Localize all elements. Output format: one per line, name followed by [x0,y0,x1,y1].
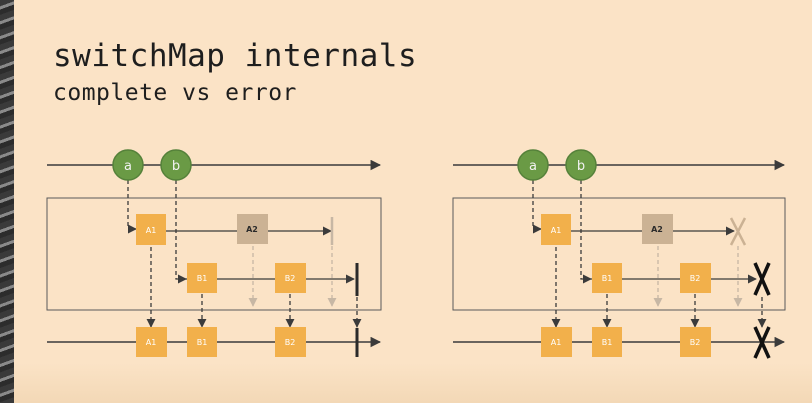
out-b1: B1 [187,327,217,357]
out-b1-label: B1 [197,338,208,347]
marble-b-label-2: b [577,159,585,174]
out-b2-label-2: B2 [690,338,701,347]
out-b2-label: B2 [285,338,296,347]
inner-b-error [753,262,771,296]
marble-b: b [160,149,192,181]
out-b2: B2 [275,327,306,357]
box-a2-label: A2 [246,225,258,234]
box-a1-2: A1 [541,214,571,245]
marble-a: a [112,149,144,181]
marble-b-label: b [172,159,180,174]
out-b1-2: B1 [592,327,622,357]
inner-observables-box [46,197,382,311]
dashed-arrow-a-to-a1 [127,180,137,234]
box-b1: B1 [187,263,217,293]
inner-observables-box-2 [452,197,786,311]
panel-error: a b A1 A2 B1 B2 A1 B1 B2 [452,149,786,359]
box-a2-cancelled: A2 [237,214,268,244]
dashed-arrow-b-to-b1 [175,180,187,284]
marble-b-2: b [565,149,597,181]
box-a1: A1 [136,214,166,245]
out-b2-2: B2 [680,327,711,357]
box-b1-label: B1 [197,274,208,283]
marble-a-label: a [124,159,132,174]
dashed-arrow-b-to-b1-2 [580,180,592,284]
box-b1-label-2: B1 [602,274,613,283]
out-a1: A1 [136,327,167,357]
box-a2-label-2: A2 [651,225,663,234]
bottom-shade [14,363,812,403]
dashed-arrow-a-to-a1-2 [532,180,542,234]
out-a1-2: A1 [541,327,572,357]
box-b2: B2 [275,263,306,293]
box-b2-label: B2 [285,274,296,283]
box-b1-2: B1 [592,263,622,293]
box-b2-2: B2 [680,263,711,293]
box-a1-label: A1 [146,226,157,235]
marble-diagram: a b A1 A2 B1 B2 A1 B1 B2 a b A1 A2 B1 B2… [46,149,786,359]
out-a1-label-2: A1 [551,338,562,347]
box-a2-cancelled-2: A2 [642,214,673,244]
out-a1-label: A1 [146,338,157,347]
box-b2-label-2: B2 [690,274,701,283]
out-b1-label-2: B1 [602,338,613,347]
marble-a-2: a [517,149,549,181]
marble-a-label-2: a [529,159,537,174]
panel-complete: a b A1 A2 B1 B2 A1 B1 B2 [46,149,382,357]
box-a1-label-2: A1 [551,226,562,235]
